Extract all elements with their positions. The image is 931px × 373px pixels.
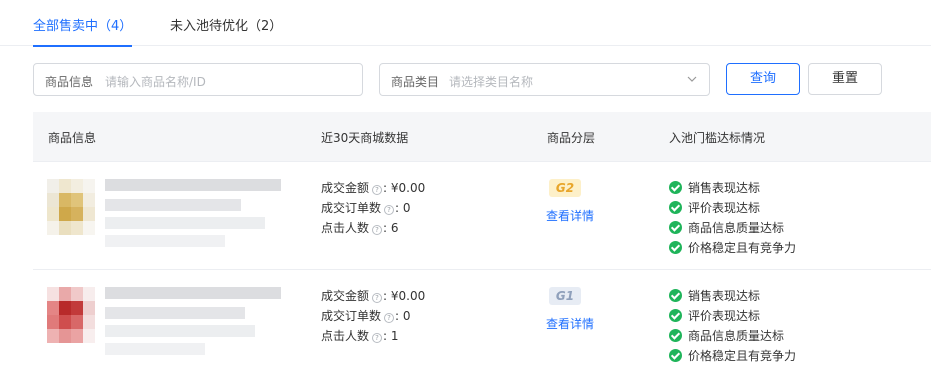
- criterion-item: 商品信息质量达标: [669, 219, 784, 236]
- question-icon[interactable]: ?: [372, 293, 383, 303]
- check-circle-icon: [669, 289, 682, 302]
- criterion-item: 价格稳定且有竞争力: [669, 239, 796, 256]
- header-30day-data: 近30天商城数据: [321, 131, 409, 145]
- metric-clicks: 点击人数?: 1: [321, 329, 399, 343]
- metric-gmv: 成交金额?: ¥0.00: [321, 289, 426, 303]
- header-pool-criteria: 入池门槛达标情况: [669, 131, 766, 145]
- table-header: 商品信息 近30天商城数据 商品分层 入池门槛达标情况: [33, 112, 931, 162]
- check-circle-icon: [669, 181, 682, 194]
- table-row: 成交金额?: ¥0.00 成交订单数?: 0 点击人数?: 1 G1 查看详情 …: [33, 270, 931, 373]
- criterion-item: 价格稳定且有竞争力: [669, 347, 796, 364]
- product-info-label: 商品信息: [45, 75, 94, 89]
- view-details-link[interactable]: 查看详情: [546, 207, 594, 224]
- check-circle-icon: [669, 329, 682, 342]
- product-info-input[interactable]: 请输入商品名称/ID: [105, 73, 206, 90]
- metric-orders: 成交订单数?: 0: [321, 309, 411, 323]
- question-icon[interactable]: ?: [372, 225, 383, 235]
- header-product-info: 商品信息: [48, 131, 97, 145]
- product-info-field[interactable]: 商品信息 请输入商品名称/ID: [33, 63, 363, 96]
- product-name-blurred[interactable]: [105, 177, 285, 251]
- metric-clicks: 点击人数?: 6: [321, 221, 399, 235]
- question-icon[interactable]: ?: [384, 313, 395, 323]
- table-row: 成交金额?: ¥0.00 成交订单数?: 0 点击人数?: 6 G2 查看详情 …: [33, 162, 931, 270]
- check-circle-icon: [669, 349, 682, 362]
- header-tier: 商品分层: [547, 131, 596, 145]
- reset-button[interactable]: 重置: [808, 63, 882, 95]
- tab-bar: 全部售卖中（4） 未入池待优化（2）: [0, 0, 931, 47]
- check-circle-icon: [669, 309, 682, 322]
- criterion-item: 销售表现达标: [669, 179, 760, 196]
- category-label: 商品类目: [391, 75, 440, 89]
- check-circle-icon: [669, 221, 682, 234]
- question-icon[interactable]: ?: [372, 333, 383, 343]
- view-details-link[interactable]: 查看详情: [546, 315, 594, 332]
- metric-orders: 成交订单数?: 0: [321, 201, 411, 215]
- category-input[interactable]: 请选择类目名称: [449, 73, 533, 90]
- metric-gmv: 成交金额?: ¥0.00: [321, 181, 426, 195]
- criterion-item: 商品信息质量达标: [669, 327, 784, 344]
- product-thumbnail[interactable]: [47, 287, 95, 343]
- question-icon[interactable]: ?: [372, 185, 383, 195]
- chevron-down-icon[interactable]: [687, 74, 697, 84]
- question-icon[interactable]: ?: [384, 205, 395, 215]
- criterion-item: 销售表现达标: [669, 287, 760, 304]
- tier-badge-g2: G2: [549, 179, 581, 197]
- criterion-item: 评价表现达标: [669, 199, 760, 216]
- category-select[interactable]: 商品类目 请选择类目名称: [379, 63, 710, 96]
- tier-badge-g1: G1: [549, 287, 581, 305]
- product-name-blurred[interactable]: [105, 285, 285, 359]
- check-circle-icon: [669, 201, 682, 214]
- tab-not-in-pool[interactable]: 未入池待优化（2）: [170, 15, 282, 46]
- check-circle-icon: [669, 241, 682, 254]
- product-thumbnail[interactable]: [47, 179, 95, 235]
- tab-all-on-sale[interactable]: 全部售卖中（4）: [33, 15, 133, 47]
- search-button[interactable]: 查询: [726, 63, 800, 95]
- criterion-item: 评价表现达标: [669, 307, 760, 324]
